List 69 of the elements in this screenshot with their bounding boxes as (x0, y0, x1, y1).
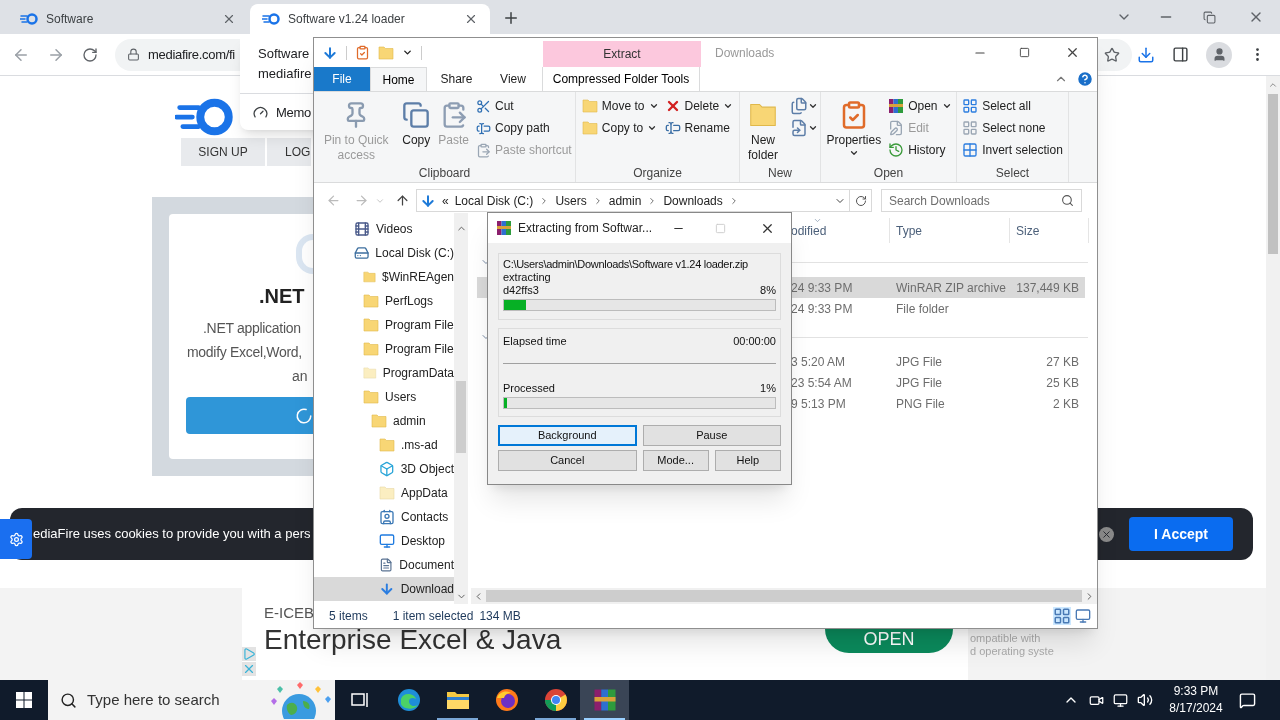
size-cell-text: 25 KB (1045, 374, 1079, 392)
overflow-chevrons: « (442, 192, 449, 210)
context-tab-header: Extract (543, 41, 701, 67)
selection-info: 1 item selected (392, 608, 474, 625)
processed-percent: 1% (760, 382, 776, 395)
search-placeholder: Type here to search (87, 689, 221, 710)
card-text: modify Excel,Word, (187, 343, 302, 362)
date-cell-text: 9 5:13 PM (791, 395, 847, 413)
size-cell-text: 2 KB (1052, 395, 1079, 413)
elapsed-time: 00:00:00 (733, 334, 776, 349)
tree-label: Desktop (401, 533, 446, 550)
hover-card-memory: Memo (276, 104, 311, 122)
tree-label: Program File (385, 341, 454, 358)
tree-label: Download (400, 581, 454, 598)
type-cell-text: File folder (895, 300, 950, 318)
item-count: 5 items (329, 608, 368, 625)
type-cell-text: PNG File (895, 395, 946, 413)
tree-label: Contacts (401, 509, 449, 526)
window-title: Downloads (715, 44, 775, 62)
type-cell-text: JPG File (895, 353, 943, 371)
date-cell-text: 24 9:33 PM (791, 279, 854, 297)
tree-label: .ms-ad (401, 437, 438, 454)
action-text: extracting (503, 271, 552, 284)
ribbon-group-label: Select (994, 165, 1031, 182)
hover-card-site: mediafire (258, 65, 312, 83)
tree-label: Videos (376, 221, 413, 238)
ribbon-group-label: Clipboard (417, 165, 472, 182)
ribbon-group-label: New (767, 165, 793, 182)
tree-label: Program File (385, 317, 454, 334)
archive-path: C:\Users\admin\Downloads\Software v1.24 loader.zip (503, 258, 749, 271)
selection-size: 134 MB (479, 608, 521, 625)
ribbon-group-label: Organize (632, 165, 683, 182)
current-file: d42ffs3 (503, 284, 539, 297)
tree-label: ProgramData (382, 365, 454, 382)
hover-card-title: Software (258, 45, 310, 63)
dialog-title: Extracting from Softwar... (518, 220, 653, 237)
ribbon-group-label: Open (872, 165, 905, 182)
tree-label: Document (399, 557, 454, 574)
ad-text: ompatible with (970, 632, 1042, 645)
ad-brand: E-ICEB (264, 604, 314, 622)
date-cell-text: 3 5:20 AM (791, 353, 847, 371)
clock-time: 9:33 PM (1173, 683, 1219, 700)
date-cell-text: 24 9:33 PM (791, 300, 854, 318)
type-cell-text: WinRAR ZIP archive (895, 279, 1007, 297)
size-cell-text: 27 KB (1045, 353, 1079, 371)
processed-label: Processed (503, 382, 555, 395)
cookie-text: ediaFire uses cookies to provide you with a pers (33, 525, 311, 544)
tree-label: Local Disk (C:) (375, 245, 454, 262)
search-placeholder: Search Downloads (889, 192, 991, 210)
ad-text: d operating syste (970, 645, 1055, 658)
tree-label: 3D Object (400, 461, 454, 478)
tab-title: Software (46, 11, 95, 28)
tab-title: Software v1.24 loader (288, 11, 406, 28)
elapsed-label: Elapsed time (503, 334, 567, 349)
tree-label: AppData (401, 485, 448, 502)
date-cell-text: 23 5:54 AM (791, 374, 853, 392)
type-cell-text: JPG File (895, 374, 943, 392)
card-text: .NET application (203, 319, 301, 338)
tree-label: admin (393, 413, 426, 430)
file-percent: 8% (760, 284, 776, 297)
tree-label: PerfLogs (385, 293, 434, 310)
size-cell-text: 137,449 KB (1015, 279, 1079, 297)
card-text: an (292, 367, 308, 386)
url-text: mediafire.com/fi (148, 45, 235, 64)
tree-label: $WinREAgen (381, 269, 454, 286)
tree-label: Users (385, 389, 417, 406)
ad-headline: Enterprise Excel & Java (264, 623, 562, 657)
clock-date: 8/17/2024 (1169, 700, 1223, 717)
card-title: .NET (259, 284, 305, 308)
